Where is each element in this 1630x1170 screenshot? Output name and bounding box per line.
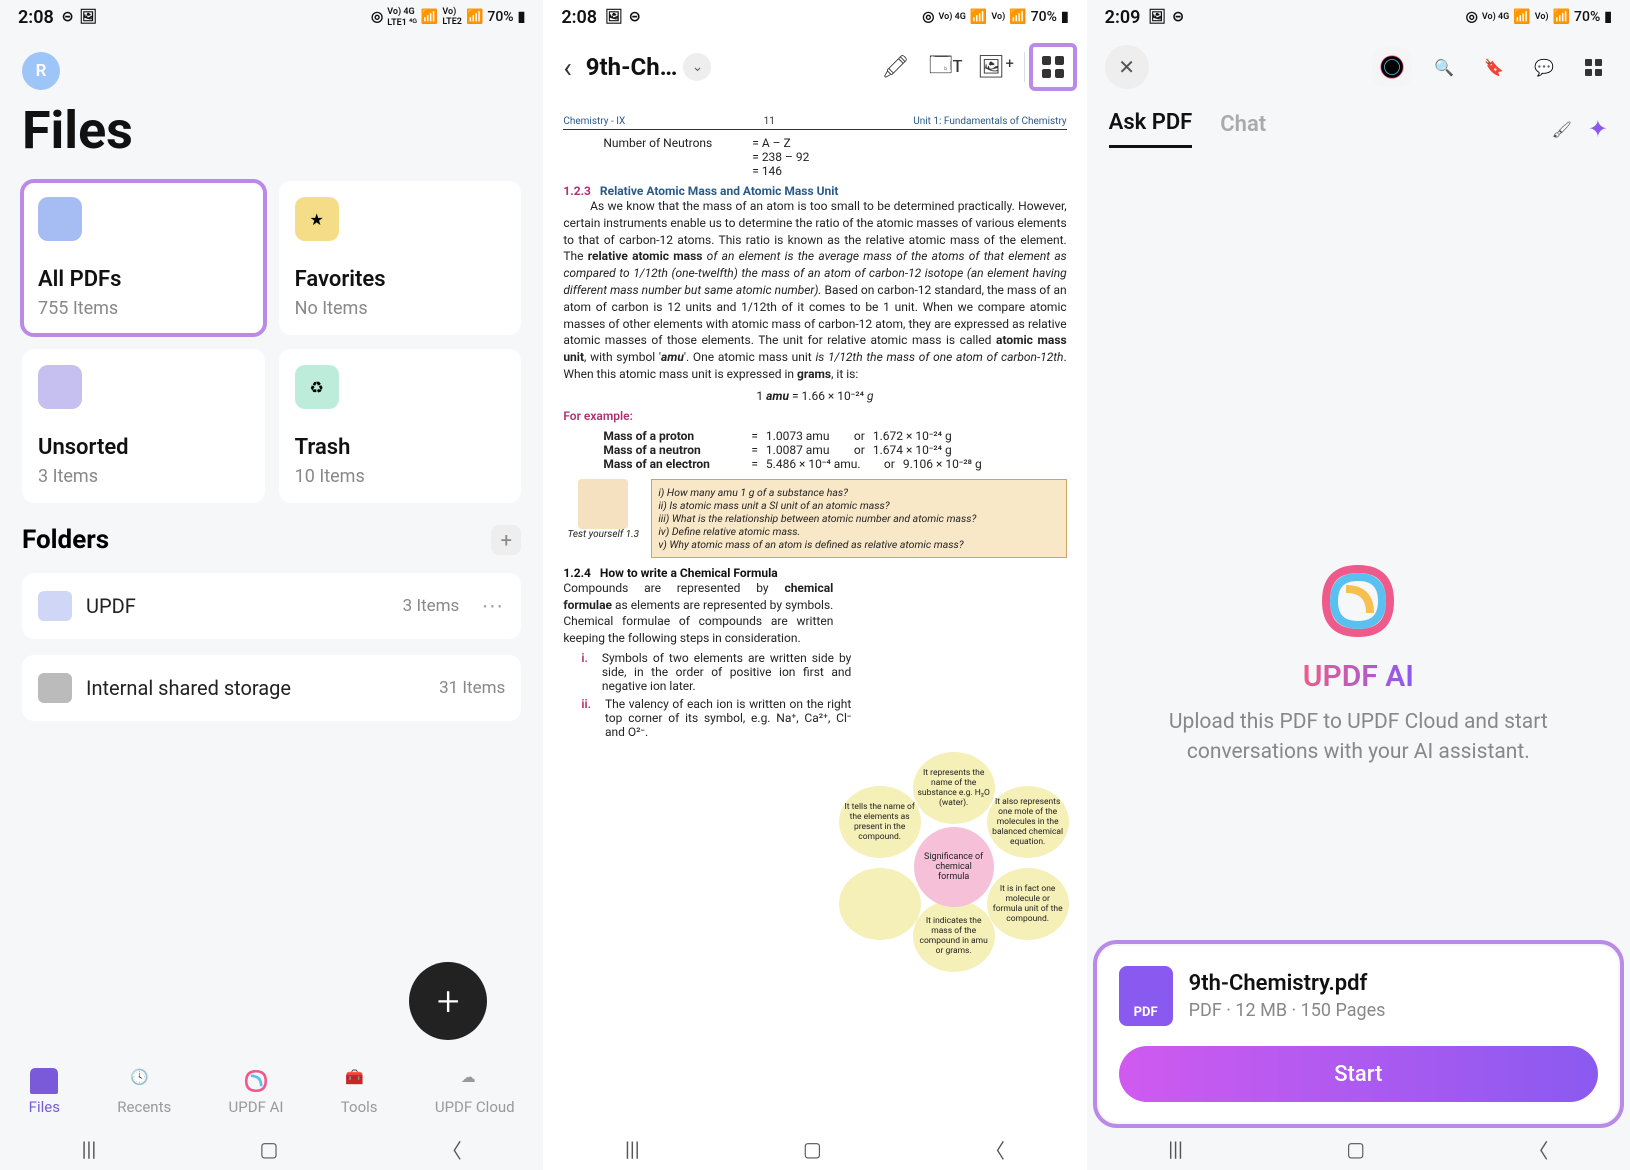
grid-menu-icon[interactable] xyxy=(1576,49,1612,85)
nav-cloud[interactable]: ☁UPDF Cloud xyxy=(435,1068,515,1116)
start-button[interactable]: Start xyxy=(1119,1046,1598,1102)
storage-icon xyxy=(38,673,72,703)
pdf-file-icon: PDF xyxy=(1119,966,1173,1026)
card-all-pdfs[interactable]: All PDFs 755 Items xyxy=(22,181,265,335)
back-button[interactable]: 〈 xyxy=(1528,1135,1548,1164)
nav-tools[interactable]: 🧰Tools xyxy=(341,1068,378,1116)
bottom-nav: Files 🕓Recents UPDF AI 🧰Tools ☁UPDF Clou… xyxy=(0,1056,543,1128)
flower-diagram: It represents the name of the substance … xyxy=(839,752,1069,972)
fab-add-button[interactable]: + xyxy=(409,962,487,1040)
nav-recents[interactable]: 🕓Recents xyxy=(117,1068,171,1116)
tab-ask-pdf[interactable]: Ask PDF xyxy=(1109,110,1193,148)
ai-header: ✕ 🔍 🔖 💬 xyxy=(1087,34,1630,100)
nav-updf-ai[interactable]: UPDF AI xyxy=(229,1068,284,1116)
translate-icon[interactable]: 🗔ᴛ xyxy=(924,45,968,89)
back-icon[interactable]: ‹ xyxy=(555,51,579,84)
chat-icon[interactable]: 💬 xyxy=(1526,49,1562,85)
cloud-icon: ☁ xyxy=(461,1068,489,1094)
files-screen: 2:08 ⊝🖼 ◎Vo) 4GLTE1 ⁴ᴳ📶Vo)LTE2📶 70%▮ R F… xyxy=(0,0,543,1170)
home-button[interactable]: ▢ xyxy=(803,1137,822,1161)
file-title[interactable]: 9th-Ch… xyxy=(586,53,678,81)
chevron-down-icon[interactable]: ⌄ xyxy=(683,53,711,81)
status-notif-icons: ⊝🖼 xyxy=(62,9,98,25)
home-button[interactable]: ▢ xyxy=(260,1137,279,1161)
tab-chat[interactable]: Chat xyxy=(1220,112,1266,147)
recents-button[interactable]: ||| xyxy=(82,1137,97,1161)
ai-tabs: Ask PDF Chat 🖌 ✦ xyxy=(1087,100,1630,158)
ai-screen: 2:09 🖼⊝ ◎Vo) 4G📶Vo)📶 70%▮ ✕ 🔍 🔖 💬 Ask PD… xyxy=(1087,0,1630,1170)
card-favorites[interactable]: ★ Favorites No Items xyxy=(279,181,522,335)
pdf-toolbar: ‹ 9th-Ch… ⌄ 🖍 🗔ᴛ 🖼⁺ xyxy=(543,34,1086,100)
recents-icon: 🕓 xyxy=(130,1068,158,1094)
folder-internal-storage[interactable]: Internal shared storage 31 Items xyxy=(22,655,521,721)
card-trash[interactable]: ♻ Trash 10 Items xyxy=(279,349,522,503)
ai-title: UPDF AI xyxy=(1303,659,1414,694)
tools-icon: 🧰 xyxy=(345,1068,373,1094)
category-grid: All PDFs 755 Items ★ Favorites No Items … xyxy=(0,169,543,515)
highlight-tool-icon[interactable]: 🖍 xyxy=(874,45,918,89)
folder-more-icon[interactable]: ⋯ xyxy=(481,594,505,619)
pdf-page-content[interactable]: Chemistry - IX 11 Unit 1: Fundamentals o… xyxy=(551,104,1078,1122)
recents-button[interactable]: ||| xyxy=(1168,1137,1183,1161)
close-button[interactable]: ✕ xyxy=(1105,45,1149,89)
status-right: ◎Vo) 4GLTE1 ⁴ᴳ📶Vo)LTE2📶 70%▮ xyxy=(371,7,525,28)
all-pdfs-icon xyxy=(38,197,82,241)
system-nav: ||| ▢ 〈 xyxy=(1087,1128,1630,1170)
back-button[interactable]: 〈 xyxy=(985,1135,1005,1164)
status-bar: 2:08 ⊝🖼 ◎Vo) 4GLTE1 ⁴ᴳ📶Vo)LTE2📶 70%▮ xyxy=(0,0,543,34)
avatar[interactable]: R xyxy=(22,52,60,90)
folder-updf[interactable]: UPDF 3 Items ⋯ xyxy=(22,573,521,639)
status-bar: 2:09 🖼⊝ ◎Vo) 4G📶Vo)📶 70%▮ xyxy=(1087,0,1630,34)
files-icon xyxy=(30,1068,58,1094)
files-header: R Files xyxy=(0,34,543,169)
trash-icon: ♻ xyxy=(295,365,339,409)
home-button[interactable]: ▢ xyxy=(1346,1137,1365,1161)
folders-header: Folders + xyxy=(0,515,543,565)
updf-logo[interactable] xyxy=(1372,47,1412,87)
unsorted-icon xyxy=(38,365,82,409)
upload-panel: PDF 9th-Chemistry.pdf PDF · 12 MB · 150 … xyxy=(1099,946,1618,1122)
back-button[interactable]: 〈 xyxy=(442,1135,462,1164)
folder-icon xyxy=(38,591,72,621)
nav-files[interactable]: Files xyxy=(29,1068,60,1116)
card-unsorted[interactable]: Unsorted 3 Items xyxy=(22,349,265,503)
recents-button[interactable]: ||| xyxy=(625,1137,640,1161)
status-bar: 2:08 🖼⊝ ◎Vo) 4G📶Vo)📶 70%▮ xyxy=(543,0,1086,34)
add-folder-button[interactable]: + xyxy=(491,525,521,555)
brush-icon[interactable]: 🖌 xyxy=(1552,120,1572,139)
pdf-viewer-screen: 2:08 🖼⊝ ◎Vo) 4G📶Vo)📶 70%▮ ‹ 9th-Ch… ⌄ 🖍 … xyxy=(543,0,1086,1170)
scientist-illustration xyxy=(578,479,628,529)
file-info: PDF 9th-Chemistry.pdf PDF · 12 MB · 150 … xyxy=(1119,966,1598,1026)
page-title: Files xyxy=(22,100,521,161)
sparkle-icon[interactable]: ✦ xyxy=(1588,115,1608,143)
favorites-icon: ★ xyxy=(295,197,339,241)
search-icon[interactable]: 🔍 xyxy=(1426,49,1462,85)
status-time: 2:08 xyxy=(18,7,54,28)
ai-subtitle: Upload this PDF to UPDF Cloud and start … xyxy=(1127,708,1590,767)
bookmark-icon[interactable]: 🔖 xyxy=(1476,49,1512,85)
system-nav: ||| ▢ 〈 xyxy=(543,1128,1086,1170)
updf-ai-logo-icon xyxy=(1318,561,1398,641)
image-tool-icon[interactable]: 🖼⁺ xyxy=(974,45,1018,89)
ai-icon xyxy=(242,1068,270,1094)
grid-menu-button[interactable] xyxy=(1031,45,1075,89)
system-nav: ||| ▢ 〈 xyxy=(0,1128,543,1170)
